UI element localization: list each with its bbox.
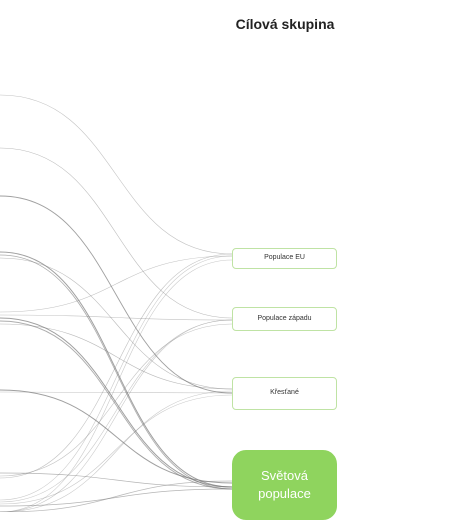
flow-link	[0, 94, 233, 255]
flow-link	[0, 317, 233, 488]
flow-link	[0, 323, 233, 477]
node-populace-eu[interactable]: Populace EU	[232, 248, 337, 269]
node-krestane[interactable]: Křesťané	[232, 377, 337, 410]
flow-link	[0, 390, 233, 512]
node-svetova-populace[interactable]: Světová populace	[232, 450, 337, 520]
node-populace-zapadu[interactable]: Populace západu	[232, 307, 337, 331]
flow-link	[0, 314, 233, 321]
flow-link	[0, 195, 233, 394]
flow-link	[0, 254, 233, 490]
flow-links	[0, 94, 233, 512]
flow-link	[0, 480, 233, 512]
flow-link	[0, 253, 233, 479]
flow-link	[0, 323, 233, 390]
flow-link	[0, 320, 233, 490]
flow-link	[0, 255, 233, 501]
flow-link	[0, 147, 233, 319]
flow-link	[0, 319, 233, 503]
flow-link	[0, 389, 233, 484]
